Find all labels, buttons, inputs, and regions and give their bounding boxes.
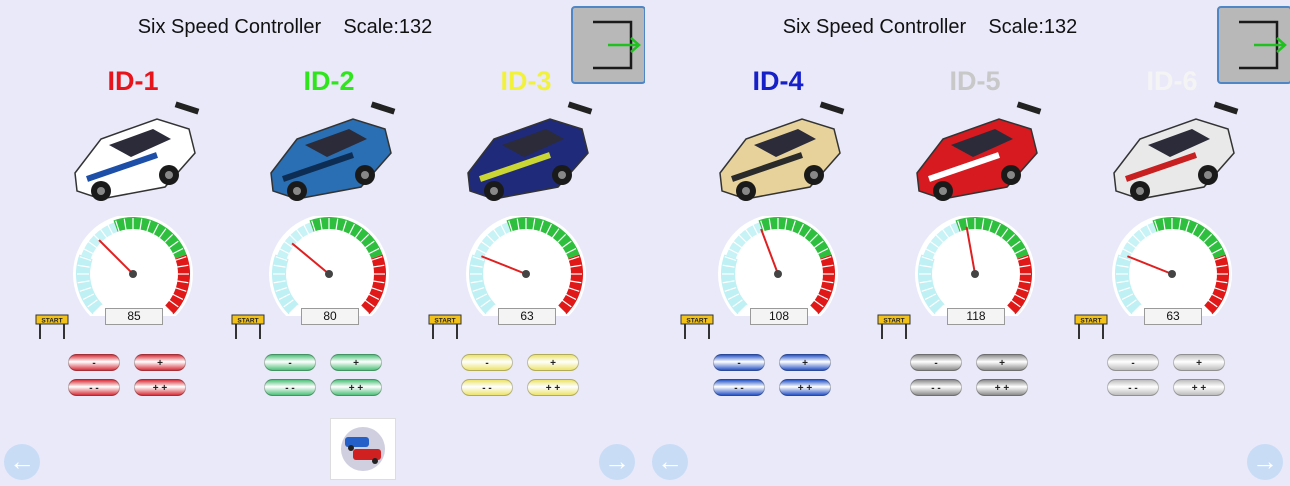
- left-panel: Six Speed Controller Scale:132 ID-1 85 STA…: [0, 0, 645, 486]
- decrease-speed-fast-button[interactable]: - -: [1107, 379, 1159, 396]
- speed-button-row: - - + +: [713, 379, 843, 397]
- decrease-speed-fast-button[interactable]: - -: [68, 379, 120, 396]
- arrow-right-icon: →: [604, 446, 630, 476]
- increase-speed-button[interactable]: +: [976, 354, 1028, 371]
- previous-page-button[interactable]: ←: [4, 444, 40, 480]
- arrow-right-icon: →: [1252, 446, 1278, 476]
- start-sign-icon[interactable]: START: [680, 314, 714, 340]
- speed-gauge: [1112, 216, 1232, 316]
- start-sign-text: START: [237, 317, 258, 324]
- speed-button-row: - +: [910, 354, 1040, 372]
- increase-speed-fast-button[interactable]: + +: [779, 379, 831, 396]
- speed-button-row: - +: [461, 354, 591, 372]
- speed-value: 80: [301, 308, 359, 325]
- increase-speed-fast-button[interactable]: + +: [134, 379, 186, 396]
- car-id-label: ID-1: [107, 66, 159, 96]
- decrease-speed-fast-button[interactable]: - -: [910, 379, 962, 396]
- speed-button-row: - +: [68, 354, 198, 372]
- car-id-label: ID-6: [1146, 66, 1198, 96]
- arrow-left-icon: ←: [657, 446, 683, 476]
- decrease-speed-fast-button[interactable]: - -: [461, 379, 513, 396]
- car-column-1: ID-1 85 START - + - - + +: [33, 0, 233, 486]
- car-column-5: ID-5 118 START - + - - + +: [875, 0, 1075, 486]
- decrease-speed-button[interactable]: -: [1107, 354, 1159, 371]
- start-sign-text: START: [41, 317, 62, 324]
- race-car-image: [467, 101, 593, 201]
- race-car-image: [916, 101, 1042, 201]
- car-id-label: ID-5: [949, 66, 1001, 96]
- speed-button-row: - - + +: [264, 379, 394, 397]
- speed-value: 63: [498, 308, 556, 325]
- speed-button-row: - - + +: [68, 379, 198, 397]
- start-sign-icon[interactable]: START: [877, 314, 911, 340]
- car-column-4: ID-4 108 START - + - - + +: [678, 0, 878, 486]
- increase-speed-button[interactable]: +: [1173, 354, 1225, 371]
- next-page-button[interactable]: →: [1247, 444, 1283, 480]
- start-sign-text: START: [883, 317, 904, 324]
- increase-speed-fast-button[interactable]: + +: [976, 379, 1028, 396]
- increase-speed-button[interactable]: +: [527, 354, 579, 371]
- next-page-button[interactable]: →: [599, 444, 635, 480]
- race-car-image: [74, 101, 200, 201]
- increase-speed-button[interactable]: +: [134, 354, 186, 371]
- speed-value: 108: [750, 308, 808, 325]
- start-sign-text: START: [434, 317, 455, 324]
- decrease-speed-button[interactable]: -: [910, 354, 962, 371]
- start-sign-icon[interactable]: START: [231, 314, 265, 340]
- start-sign-text: START: [1080, 317, 1101, 324]
- race-car-image: [1113, 101, 1239, 201]
- speed-value: 85: [105, 308, 163, 325]
- decrease-speed-fast-button[interactable]: - -: [713, 379, 765, 396]
- race-cars-logo-icon: [341, 427, 385, 471]
- arrow-left-icon: ←: [9, 446, 35, 476]
- speed-gauge: [915, 216, 1035, 316]
- speed-button-row: - +: [264, 354, 394, 372]
- car-column-3: ID-3 63 START - + - - + +: [426, 0, 626, 486]
- car-id-label: ID-3: [500, 66, 552, 96]
- car-id-label: ID-2: [303, 66, 355, 96]
- speed-value: 63: [1144, 308, 1202, 325]
- increase-speed-fast-button[interactable]: + +: [1173, 379, 1225, 396]
- start-sign-icon[interactable]: START: [1074, 314, 1108, 340]
- increase-speed-button[interactable]: +: [330, 354, 382, 371]
- increase-speed-button[interactable]: +: [779, 354, 831, 371]
- car-column-2: ID-2 80 START - + - - + +: [229, 0, 429, 486]
- race-car-image: [719, 101, 845, 201]
- car-column-6: ID-6 63 START - + - - + +: [1072, 0, 1272, 486]
- decrease-speed-fast-button[interactable]: - -: [264, 379, 316, 396]
- speed-gauge: [73, 216, 193, 316]
- speed-button-row: - - + +: [910, 379, 1040, 397]
- speed-gauge: [269, 216, 389, 316]
- speed-gauge: [718, 216, 838, 316]
- speed-value: 118: [947, 308, 1005, 325]
- previous-page-button[interactable]: ←: [652, 444, 688, 480]
- decrease-speed-button[interactable]: -: [68, 354, 120, 371]
- race-car-image: [270, 101, 396, 201]
- right-panel: Six Speed Controller Scale:132 ID-4 108 ST…: [645, 0, 1290, 486]
- increase-speed-fast-button[interactable]: + +: [330, 379, 382, 396]
- start-sign-text: START: [686, 317, 707, 324]
- decrease-speed-button[interactable]: -: [461, 354, 513, 371]
- speed-button-row: - +: [1107, 354, 1237, 372]
- speed-button-row: - - + +: [461, 379, 591, 397]
- decrease-speed-button[interactable]: -: [264, 354, 316, 371]
- start-sign-icon[interactable]: START: [428, 314, 462, 340]
- decrease-speed-button[interactable]: -: [713, 354, 765, 371]
- increase-speed-fast-button[interactable]: + +: [527, 379, 579, 396]
- app-logo[interactable]: [330, 418, 396, 480]
- speed-button-row: - - + +: [1107, 379, 1237, 397]
- speed-button-row: - +: [713, 354, 843, 372]
- car-id-label: ID-4: [752, 66, 804, 96]
- speed-gauge: [466, 216, 586, 316]
- start-sign-icon[interactable]: START: [35, 314, 69, 340]
